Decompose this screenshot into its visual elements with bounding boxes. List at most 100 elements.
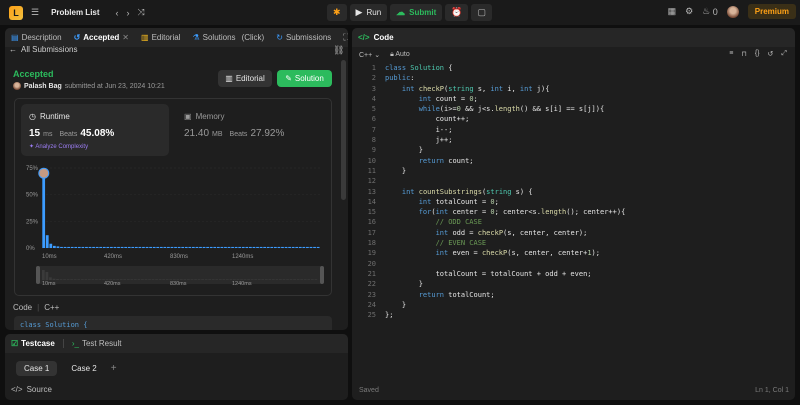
line-content: } <box>385 146 423 155</box>
chart-bar <box>245 246 249 248</box>
case-2-tab[interactable]: Case 2 <box>63 361 104 376</box>
bookmark-icon[interactable]: ⊓ <box>741 50 746 58</box>
chevron-right-icon[interactable]: › <box>127 8 130 18</box>
format-icon[interactable]: ≡ <box>729 50 733 58</box>
memory-value: 21.40 MB Beats 27.92% <box>184 128 284 139</box>
submit-button[interactable]: ☁ Submit <box>390 4 443 21</box>
chart-bar <box>206 246 210 248</box>
fire-streak[interactable]: ♨ 0 <box>702 6 718 17</box>
overview-bar <box>45 272 49 280</box>
code-line: 14 int totalCount = 0; <box>352 198 795 208</box>
line-content: int odd = checkP(s, center, center); <box>435 228 588 237</box>
expand-icon[interactable]: ⤢ <box>781 50 787 58</box>
problem-list-icon[interactable]: ☰ <box>31 7 39 18</box>
clock-icon: ◷ <box>29 112 36 121</box>
overview-bar <box>286 279 289 280</box>
line-number: 12 <box>367 177 376 186</box>
scrollbar[interactable] <box>341 60 346 200</box>
code-editor[interactable]: 1 class Solution {2 public: 3 int checkP(st… <box>352 64 795 321</box>
sparkle-icon: ✦ <box>29 144 35 150</box>
tab-accepted[interactable]: ↺ Accepted ✕ <box>74 33 129 42</box>
tab-testcase[interactable]: ☑ Testcase <box>11 339 55 348</box>
chart-bar <box>213 246 217 248</box>
overview-bar <box>130 279 134 280</box>
chart-bar <box>142 246 145 248</box>
link-icon[interactable]: ⛓ <box>333 45 344 56</box>
debug-button[interactable]: ✱ <box>327 4 347 21</box>
chevron-left-icon[interactable]: ‹ <box>116 8 119 18</box>
y-tick-label: 0% <box>26 246 35 252</box>
overview-bar <box>261 279 265 280</box>
avatar[interactable] <box>726 5 739 18</box>
close-icon[interactable]: ✕ <box>122 33 129 42</box>
source-toggle[interactable]: </> Source <box>11 385 52 394</box>
overview-bar <box>144 279 148 280</box>
line-number: 24 <box>367 300 376 309</box>
chart-bar <box>277 246 281 248</box>
overview-bar <box>233 279 236 280</box>
line-content: i--; <box>385 125 453 134</box>
tab-test-result[interactable]: ›_ Test Result <box>72 339 122 348</box>
analyze-complexity-link[interactable]: ✦ Analyze Complexity <box>29 143 88 150</box>
chart-bar <box>284 246 288 248</box>
shuffle-icon[interactable]: ⤨ <box>138 7 145 18</box>
overview-bar <box>307 279 311 280</box>
line-content: return totalCount; <box>418 290 495 299</box>
line-number: 10 <box>367 156 376 165</box>
overview-bar <box>293 279 296 280</box>
memory-unit: MB <box>212 131 223 138</box>
overview-bar <box>201 279 204 280</box>
reset-icon[interactable]: ↺ <box>768 50 774 58</box>
code-line: 12 <box>352 177 795 187</box>
terminal-icon: ›_ <box>71 339 79 348</box>
chart-bar <box>102 246 106 248</box>
line-number: 1 <box>371 64 376 72</box>
overview-bar <box>183 279 187 280</box>
auto-mode[interactable]: 🔒︎ Auto <box>390 51 410 59</box>
premium-button[interactable]: Premium <box>747 4 796 19</box>
problem-list-link[interactable]: Problem List <box>51 8 99 17</box>
beats-percent: 45.08% <box>80 128 115 139</box>
timer-button[interactable]: ⏰ <box>445 4 469 21</box>
chart-bar <box>249 246 252 248</box>
add-case-icon[interactable]: + <box>111 363 117 374</box>
gear-icon[interactable]: ⚙ <box>685 6 693 17</box>
author-name[interactable]: Palash Bag <box>24 83 62 90</box>
chart-bar <box>81 246 85 248</box>
editorial-button[interactable]: ▥ Editorial <box>218 70 272 87</box>
submitted-time: submitted at Jun 23, 2024 10:21 <box>64 82 165 90</box>
chevron-down-icon: ⌄ <box>374 51 381 59</box>
your-submission-marker <box>38 167 50 179</box>
beats-label: Beats <box>59 131 78 138</box>
runtime-card[interactable]: ◷ Runtime 15 ms Beats 45.08% ✦ Analyze Co… <box>21 104 169 156</box>
memory-title[interactable]: ▣ Memory <box>184 112 224 121</box>
all-submissions-link[interactable]: ← All Submissions <box>9 45 77 54</box>
overview-bar <box>119 279 123 280</box>
tab-solutions[interactable]: ⚗ Solutions <box>192 33 235 42</box>
runtime-distribution-chart[interactable]: 75% 50% 25% 0% 10ms 420ms 830ms 1240ms 10ms 420ms… <box>14 160 332 290</box>
leetcode-logo-icon[interactable]: L <box>9 5 23 20</box>
tab-description[interactable]: ▤ Description <box>11 33 62 42</box>
case-1-tab[interactable]: Case 1 <box>16 361 58 376</box>
braces-icon[interactable]: {} <box>755 50 760 58</box>
tab-editorial[interactable]: ▥ Editorial <box>141 33 180 42</box>
maximize-icon[interactable]: ⛶ <box>343 32 348 43</box>
line-number: 23 <box>367 290 376 299</box>
line-content: } <box>385 300 407 309</box>
chart-bar <box>302 246 306 248</box>
chart-bar <box>291 246 295 248</box>
overview-handle-right <box>320 266 324 284</box>
language-select[interactable]: C++ ⌄ <box>359 51 380 59</box>
line-number: 4 <box>371 94 376 103</box>
layout-grid-icon[interactable]: ▦ <box>668 6 677 17</box>
chart-bar <box>238 246 242 248</box>
solution-button[interactable]: ✎ Solution <box>277 70 332 87</box>
run-button[interactable]: ▶ Run <box>349 4 388 21</box>
chart-bar <box>88 246 92 248</box>
tab-submissions[interactable]: ↻ Submissions <box>276 33 331 42</box>
tab-click[interactable]: (Click) <box>242 33 265 42</box>
history-icon: ↻ <box>276 33 283 42</box>
line-content: int countSubstrings(string s) { <box>401 187 533 196</box>
notes-button[interactable]: ▢ <box>471 4 492 21</box>
chart-bar <box>134 246 138 248</box>
